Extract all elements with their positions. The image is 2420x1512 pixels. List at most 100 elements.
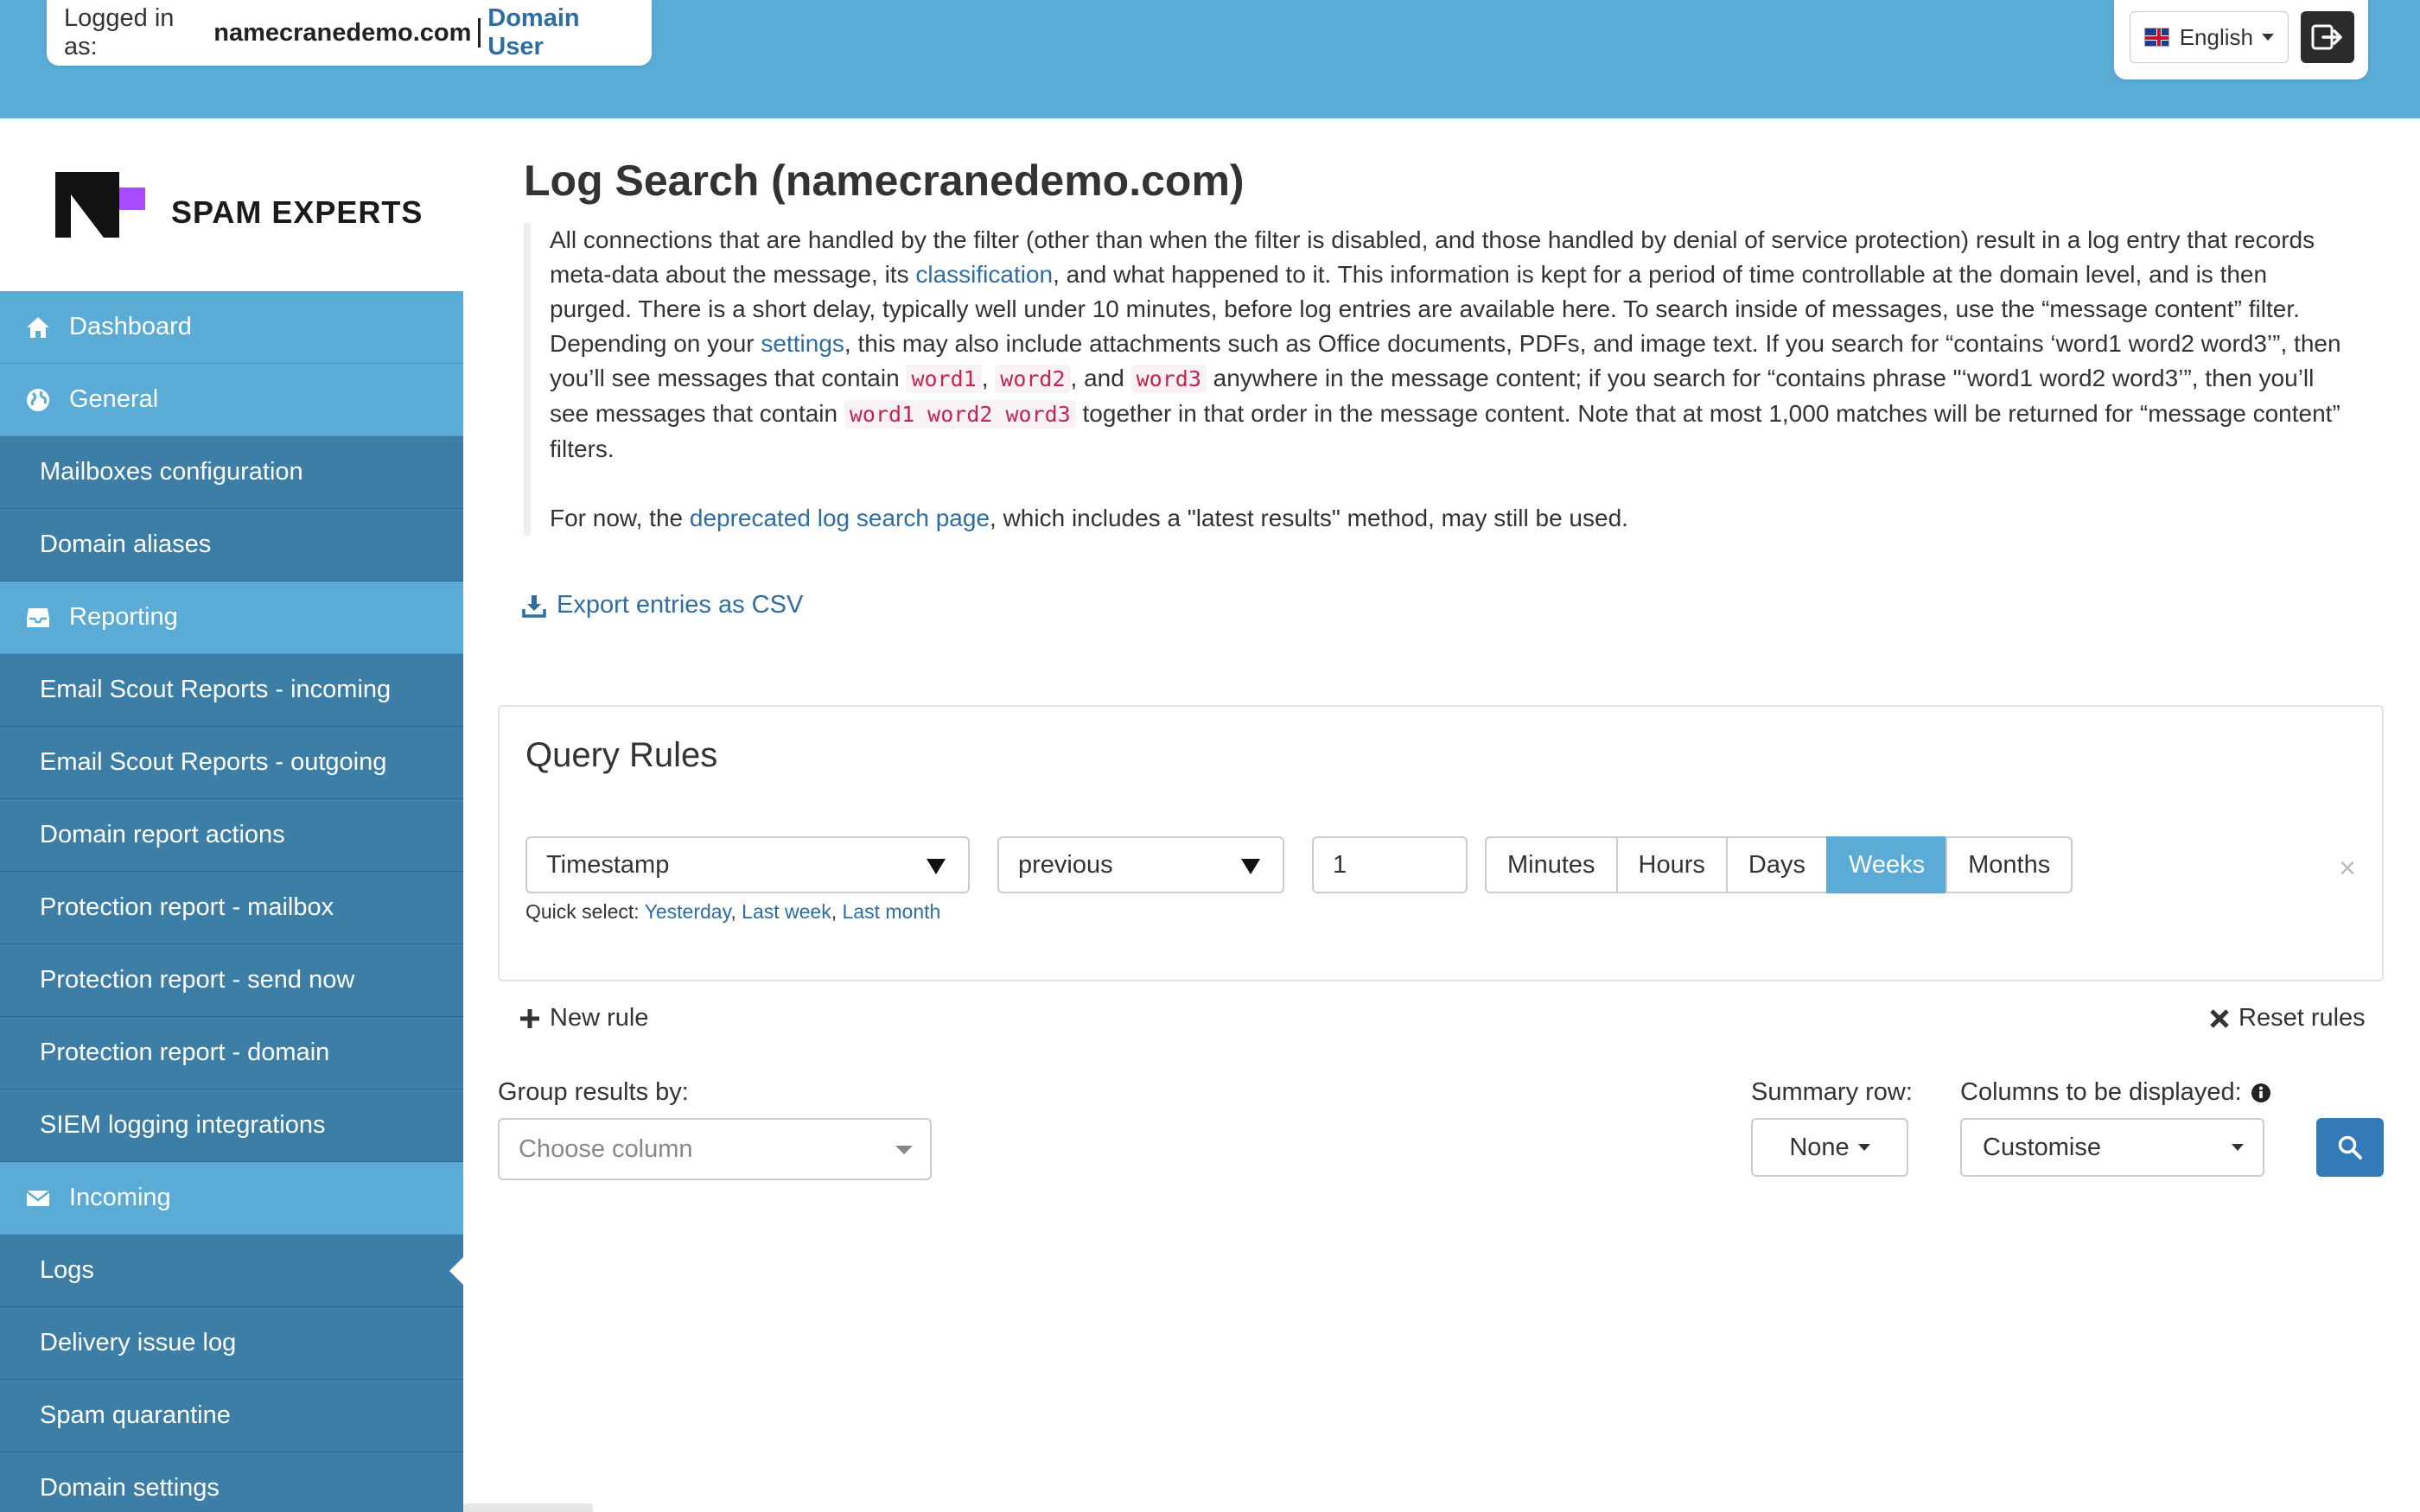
page-title: Log Search (namecranedemo.com) [524, 156, 1245, 205]
uk-flag-icon [2144, 28, 2169, 47]
logged-in-domain: namecranedemo.com [213, 18, 472, 47]
sidebar-item-protection-report-send-now[interactable]: Protection report - send now [0, 944, 463, 1017]
sidebar-item-label: General [69, 385, 159, 413]
text: , which includes a "latest results" meth… [990, 505, 1628, 531]
sidebar-item-dashboard[interactable]: Dashboard [0, 291, 463, 364]
summary-row-label: Summary row: [1751, 1078, 1913, 1106]
logout-button[interactable] [2301, 11, 2354, 63]
quick-yesterday-link[interactable]: Yesterday [645, 900, 731, 923]
group-column-placeholder: Choose column [519, 1134, 693, 1163]
caret-down-icon [2262, 34, 2274, 41]
sidebar-item-label: SIEM logging integrations [40, 1111, 326, 1139]
summary-row-value: None [1789, 1133, 1850, 1161]
header-actions: English [2114, 0, 2368, 79]
sidebar: Dashboard General Mailboxes configuratio… [0, 291, 463, 1512]
deprecated-paragraph: For now, the deprecated log search page,… [550, 501, 2347, 536]
rule-field-select[interactable]: Timestamp [525, 836, 970, 893]
sidebar-item-incoming[interactable]: Incoming [0, 1162, 463, 1235]
new-rule-button[interactable]: New rule [519, 1004, 648, 1032]
search-button[interactable] [2316, 1118, 2384, 1177]
sidebar-item-delivery-issue-log[interactable]: Delivery issue log [0, 1307, 463, 1380]
caret-down-icon [1857, 1144, 1870, 1151]
top-bar: Logged in as: namecranedemo.com Domain U… [0, 0, 2420, 118]
caret-down-icon [2232, 1144, 2244, 1151]
language-dropdown[interactable]: English [2130, 11, 2289, 63]
sidebar-item-mailboxes-configuration[interactable]: Mailboxes configuration [0, 436, 463, 509]
code-word1: word1 [906, 365, 982, 393]
settings-link[interactable]: settings [761, 330, 844, 357]
sidebar-item-label: Reporting [69, 603, 178, 631]
sidebar-item-label: Dashboard [69, 313, 192, 340]
download-icon [522, 594, 546, 618]
sidebar-item-label: Domain aliases [40, 530, 212, 558]
sidebar-item-protection-report-domain[interactable]: Protection report - domain [0, 1017, 463, 1090]
sidebar-item-label: Spam quarantine [40, 1401, 231, 1429]
language-label: English [2179, 23, 2253, 50]
quick-last-week-link[interactable]: Last week [742, 900, 831, 923]
sidebar-item-domain-report-actions[interactable]: Domain report actions [0, 799, 463, 872]
sidebar-item-siem-logging[interactable]: SIEM logging integrations [0, 1090, 463, 1162]
sidebar-item-spam-quarantine[interactable]: Spam quarantine [0, 1380, 463, 1452]
reset-rules-label: Reset rules [2238, 1004, 2366, 1032]
brand-name: SPAM EXPERTS [171, 194, 424, 230]
info-icon[interactable] [2251, 1083, 2271, 1103]
reset-rules-button[interactable]: Reset rules [2209, 1004, 2366, 1032]
code-word3: word3 [1130, 365, 1207, 393]
horizontal-scrollbar[interactable] [463, 1503, 593, 1512]
rule-operator-value: previous [1018, 850, 1113, 879]
quick-last-month-link[interactable]: Last month [843, 900, 941, 923]
sidebar-item-label: Logs [40, 1256, 94, 1284]
group-column-select[interactable]: Choose column [498, 1118, 932, 1180]
code-phrase: word1 word2 word3 [844, 400, 1076, 429]
sidebar-item-label: Email Scout Reports - incoming [40, 676, 392, 703]
search-icon [2338, 1135, 2362, 1159]
columns-customise-value: Customise [1983, 1133, 2101, 1161]
sidebar-item-general[interactable]: General [0, 364, 463, 436]
query-rules-panel: Query Rules Timestamp previous 1 Minutes… [498, 705, 2384, 982]
unit-months-button[interactable]: Months [1946, 836, 2073, 893]
columns-customise-dropdown[interactable]: Customise [1960, 1118, 2264, 1177]
envelope-icon [24, 1185, 52, 1212]
export-csv-link[interactable]: Export entries as CSV [522, 591, 803, 619]
sidebar-item-label: Domain report actions [40, 821, 285, 848]
unit-hours-button[interactable]: Hours [1615, 836, 1728, 893]
query-rules-title: Query Rules [525, 736, 718, 774]
triangle-down-icon [1241, 859, 1260, 874]
classification-link[interactable]: classification [915, 261, 1053, 288]
rule-field-value: Timestamp [546, 850, 670, 879]
sidebar-item-reporting[interactable]: Reporting [0, 581, 463, 654]
unit-days-button[interactable]: Days [1725, 836, 1828, 893]
quick-select: Quick select: Yesterday, Last week, Last… [525, 900, 941, 923]
logout-icon [2311, 24, 2342, 50]
unit-weeks-button[interactable]: Weeks [1825, 836, 1948, 893]
home-icon [24, 314, 52, 341]
time-unit-buttons: Minutes Hours Days Weeks Months [1485, 836, 2073, 893]
summary-row-dropdown[interactable]: None [1751, 1118, 1908, 1177]
sidebar-item-domain-settings[interactable]: Domain settings [0, 1452, 463, 1512]
user-role-link[interactable]: Domain User [487, 4, 634, 61]
sidebar-item-label: Mailboxes configuration [40, 458, 303, 486]
logo-area: SPAM EXPERTS [0, 118, 463, 291]
sidebar-item-email-scout-incoming[interactable]: Email Scout Reports - incoming [0, 654, 463, 727]
code-word2: word2 [995, 365, 1071, 393]
unit-minutes-button[interactable]: Minutes [1485, 836, 1618, 893]
deprecated-log-search-link[interactable]: deprecated log search page [690, 505, 990, 531]
page-description: All connections that are handled by the … [524, 223, 2347, 536]
sidebar-item-domain-aliases[interactable]: Domain aliases [0, 509, 463, 581]
text: , and [1070, 365, 1131, 391]
sidebar-item-protection-report-mailbox[interactable]: Protection report - mailbox [0, 872, 463, 944]
sidebar-item-logs[interactable]: Logs [0, 1235, 463, 1307]
brand-logo-icon [55, 172, 145, 238]
text: For now, the [550, 505, 690, 531]
new-rule-label: New rule [550, 1004, 649, 1032]
remove-rule-icon[interactable]: × [2339, 852, 2356, 886]
sidebar-item-label: Protection report - domain [40, 1039, 330, 1066]
rule-value-input[interactable]: 1 [1312, 836, 1468, 893]
rule-operator-select[interactable]: previous [997, 836, 1284, 893]
quick-select-label: Quick select: [525, 900, 640, 923]
description-paragraph: All connections that are handled by the … [550, 223, 2347, 467]
logged-in-label: Logged in as: [64, 4, 175, 60]
close-icon [2210, 1008, 2229, 1028]
sidebar-item-email-scout-outgoing[interactable]: Email Scout Reports - outgoing [0, 727, 463, 799]
columns-displayed-label-wrap: Columns to be displayed: [1960, 1078, 2271, 1107]
